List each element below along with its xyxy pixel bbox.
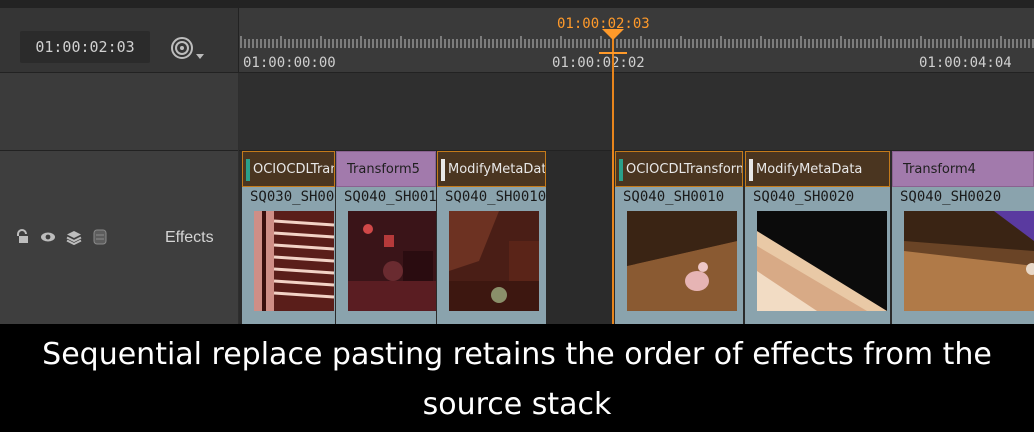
timeline-app: 01:00:02:03 01:00:00:00 01:00:02:02 01:0… xyxy=(0,0,1034,324)
playhead-bar xyxy=(599,52,627,54)
playhead-line[interactable] xyxy=(612,38,614,324)
effect-label: Transform5 xyxy=(347,162,420,177)
ruler-ticks xyxy=(240,36,1034,48)
clip-thumbnail xyxy=(254,211,334,311)
clip-item[interactable]: ModifyMetaData SQ040_SH0010 xyxy=(437,151,546,324)
snap-disc-icon[interactable] xyxy=(171,37,193,59)
ruler-label-mid: 01:00:02:02 xyxy=(552,55,645,71)
shot-label: SQ040_SH0010 xyxy=(344,189,436,205)
effect-marker xyxy=(619,159,623,181)
clip-thumbnail xyxy=(627,211,737,311)
shot-label: SQ040_SH0010 xyxy=(445,189,546,205)
effect-soft-clip[interactable]: ModifyMetaData xyxy=(745,151,890,187)
effect-soft-clip[interactable]: OCIOCDLTransform xyxy=(242,151,335,187)
shot-label: SQ040_SH0020 xyxy=(753,189,855,205)
empty-track-lane xyxy=(239,73,1034,151)
effect-label: Transform4 xyxy=(903,162,976,177)
database-icon[interactable] xyxy=(92,229,108,245)
clip-thumbnail xyxy=(904,211,1034,311)
effect-label: OCIOCDLTransform xyxy=(626,162,743,177)
effect-marker xyxy=(441,159,445,181)
effect-marker xyxy=(749,159,753,181)
caption-text: Sequential replace pasting retains the o… xyxy=(0,324,1034,432)
empty-track-header xyxy=(0,73,238,151)
clip-item[interactable]: Transform4 SQ040_SH0020 xyxy=(892,151,1034,324)
clip-thumbnail xyxy=(348,211,436,311)
effect-soft-clip[interactable]: ModifyMetaData xyxy=(437,151,546,187)
eye-icon[interactable] xyxy=(40,229,56,245)
effect-soft-clip[interactable]: OCIOCDLTransform xyxy=(615,151,743,187)
lock-icon[interactable] xyxy=(14,229,30,245)
effect-label: ModifyMetaData xyxy=(448,162,546,177)
timeline-ruler[interactable]: 01:00:00:00 01:00:02:02 01:00:04:04 01:0… xyxy=(238,8,1034,73)
clip-item[interactable]: OCIOCDLTransform SQ030_SH0010 xyxy=(242,151,335,324)
effect-marker xyxy=(246,159,250,181)
playhead-handle[interactable] xyxy=(602,29,624,40)
clip-item[interactable]: OCIOCDLTransform SQ040_SH0010 xyxy=(615,151,743,324)
effect-soft-clip[interactable]: Transform4 xyxy=(892,151,1034,187)
shot-label: SQ030_SH0010 xyxy=(250,189,335,205)
shot-label: SQ040_SH0020 xyxy=(900,189,1002,205)
track-controls xyxy=(14,228,108,246)
track-name: Effects xyxy=(165,229,214,246)
clip-item[interactable]: ModifyMetaData SQ040_SH0020 xyxy=(745,151,890,324)
timecode-field[interactable]: 01:00:02:03 xyxy=(20,31,150,63)
effect-label: ModifyMetaData xyxy=(756,162,863,177)
chevron-down-icon[interactable] xyxy=(196,54,204,59)
effect-label: OCIOCDLTransform xyxy=(253,162,334,177)
timeline-toolbar: 01:00:02:03 xyxy=(0,8,238,73)
effect-soft-clip[interactable]: Transform5 xyxy=(336,151,436,187)
ruler-label-start: 01:00:00:00 xyxy=(243,55,336,71)
clip-thumbnail xyxy=(757,211,887,311)
clip-item[interactable]: Transform5 SQ040_SH0010 xyxy=(336,151,436,324)
top-strip xyxy=(0,0,1034,8)
clip-thumbnail xyxy=(449,211,539,311)
layers-icon[interactable] xyxy=(66,229,82,245)
ruler-label-end: 01:00:04:04 xyxy=(919,55,1012,71)
shot-label: SQ040_SH0010 xyxy=(623,189,725,205)
